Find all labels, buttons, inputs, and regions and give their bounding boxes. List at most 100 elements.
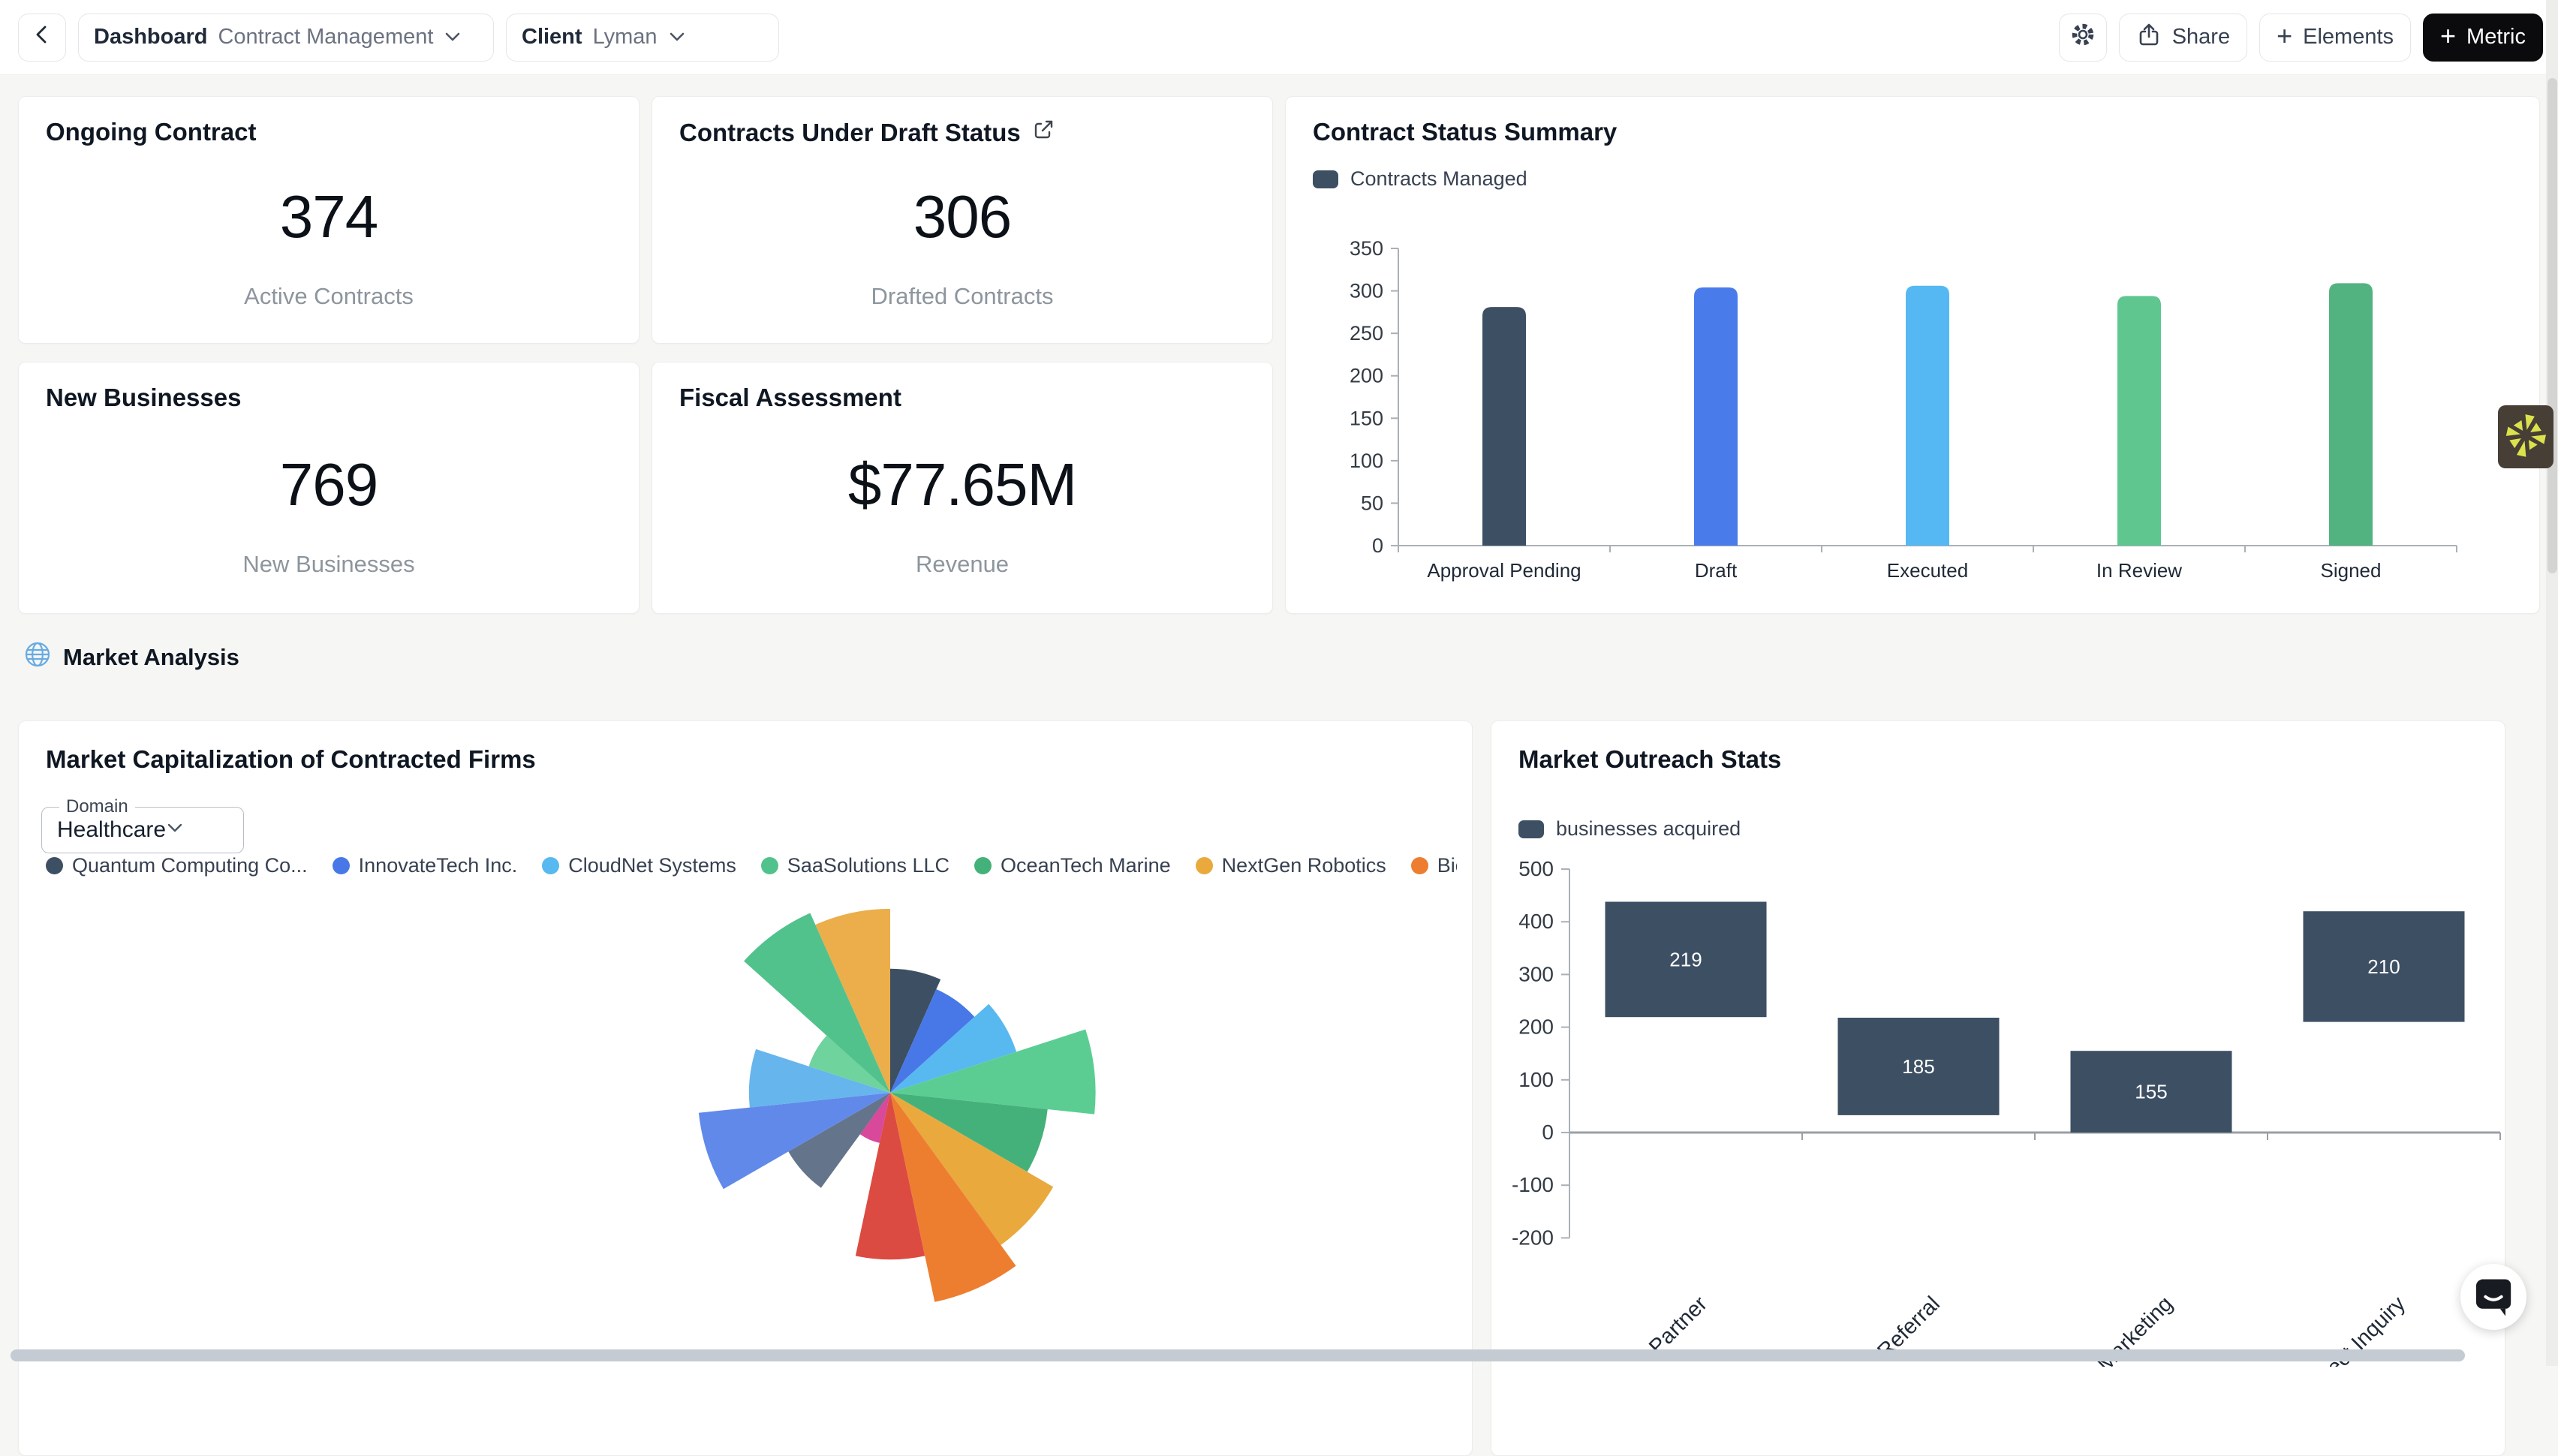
- svg-text:300: 300: [1350, 280, 1383, 302]
- bar-executed[interactable]: [1906, 286, 1949, 546]
- chart-title: Market Outreach Stats: [1518, 745, 1781, 774]
- add-elements-button[interactable]: + Elements: [2259, 14, 2411, 62]
- add-metric-button[interactable]: + Metric: [2423, 14, 2543, 62]
- section-title: Market Analysis: [63, 644, 239, 671]
- share-button[interactable]: Share: [2119, 14, 2247, 62]
- legend-label: BioHealth Sol: [1437, 854, 1457, 877]
- chat-launcher-button[interactable]: [2460, 1264, 2526, 1330]
- stat-block: 374 Active Contracts: [19, 179, 639, 313]
- chevron-down-icon: [444, 25, 462, 50]
- domain-select-label: Domain: [59, 796, 135, 817]
- svg-text:155: 155: [2135, 1081, 2167, 1103]
- card-title: Contracts Under Draft Status: [679, 119, 1021, 147]
- market-capitalization-card: Market Capitalization of Contracted Firm…: [18, 720, 1473, 1456]
- metric-button-label: Metric: [2466, 25, 2526, 50]
- contracts-under-draft-card: Contracts Under Draft Status 306 Drafted…: [652, 96, 1273, 344]
- vertical-scrollbar-thumb[interactable]: [2547, 78, 2557, 573]
- elements-button-label: Elements: [2303, 25, 2394, 50]
- back-button[interactable]: [18, 14, 66, 62]
- legend-item-businesses-acquired[interactable]: businesses acquired: [1518, 817, 1741, 841]
- contract-status-summary-card: Contract Status Summary Contracts Manage…: [1285, 96, 2540, 614]
- topbar-right-group: Share + Elements + Metric: [2059, 14, 2543, 62]
- legend-item-contracts-managed[interactable]: Contracts Managed: [1313, 167, 1527, 191]
- chat-bubble-smile-icon: [2469, 1271, 2517, 1323]
- svg-text:-200: -200: [1512, 1226, 1554, 1249]
- card-title: Ongoing Contract: [46, 118, 256, 146]
- rose-slice-10[interactable]: [699, 1093, 890, 1189]
- horizontal-scrollbar-thumb[interactable]: [11, 1349, 2465, 1361]
- chevron-down-icon: [166, 823, 184, 838]
- svg-text:-100: -100: [1512, 1173, 1554, 1196]
- svg-text:50: 50: [1361, 492, 1383, 514]
- stat-subtitle: Active Contracts: [244, 283, 414, 310]
- legend-item-nextgen-robotics[interactable]: NextGen Robotics: [1196, 854, 1386, 877]
- plus-icon: +: [2440, 23, 2456, 50]
- legend-swatch: [1518, 820, 1544, 838]
- svg-text:300: 300: [1518, 962, 1554, 985]
- stat-value: 306: [913, 182, 1011, 251]
- svg-text:200: 200: [1350, 365, 1383, 387]
- legend-dot: [46, 857, 63, 874]
- svg-text:0: 0: [1542, 1121, 1554, 1144]
- bar-approval-pending[interactable]: [1482, 307, 1526, 546]
- vertical-scrollbar[interactable]: [2546, 0, 2558, 1366]
- stat-subtitle: Revenue: [916, 551, 1009, 578]
- client-select[interactable]: Client Lyman: [506, 14, 779, 62]
- legend-label: Quantum Computing Co...: [72, 854, 308, 877]
- legend-label: Contracts Managed: [1350, 167, 1527, 191]
- market-cap-rose-chart[interactable]: [605, 808, 1175, 1378]
- globe-icon: [23, 639, 53, 675]
- share-icon: [2136, 22, 2162, 53]
- stat-subtitle: New Businesses: [242, 551, 414, 578]
- legend-item-quantum-computing-co-[interactable]: Quantum Computing Co...: [46, 854, 308, 877]
- chevron-down-icon: [668, 25, 686, 50]
- legend-item-biohealth-sol[interactable]: BioHealth Sol: [1411, 854, 1457, 877]
- bar-draft[interactable]: [1694, 287, 1738, 546]
- legend-label: NextGen Robotics: [1222, 854, 1386, 877]
- svg-text:In Review: In Review: [2096, 559, 2182, 582]
- contract-status-bar-chart[interactable]: 050100150200250300350Approval PendingDra…: [1331, 226, 2532, 609]
- legend-item-innovatetech-inc-[interactable]: InnovateTech Inc.: [333, 854, 518, 877]
- stat-block: 769 New Businesses: [19, 445, 639, 583]
- legend-label: InnovateTech Inc.: [359, 854, 518, 877]
- dashboard-select-label: Dashboard: [94, 25, 207, 50]
- card-title: New Businesses: [46, 384, 241, 412]
- market-outreach-card: Market Outreach Stats businesses acquire…: [1491, 720, 2505, 1456]
- svg-text:185: 185: [1902, 1055, 1934, 1078]
- bar-signed[interactable]: [2329, 283, 2373, 546]
- svg-text:150: 150: [1350, 407, 1383, 429]
- client-select-label: Client: [522, 25, 582, 50]
- settings-button[interactable]: [2059, 14, 2107, 62]
- svg-text:219: 219: [1669, 948, 1702, 970]
- chart-title: Contract Status Summary: [1313, 118, 1617, 146]
- external-link-icon[interactable]: [1031, 118, 1055, 148]
- svg-text:250: 250: [1350, 322, 1383, 344]
- legend-dot: [1196, 857, 1213, 874]
- chevron-left-icon: [31, 23, 53, 52]
- topbar: Dashboard Contract Management Client Lym…: [0, 0, 2558, 75]
- stat-value: $77.65M: [848, 450, 1076, 519]
- floating-logo-button[interactable]: [2498, 405, 2553, 468]
- stat-value: 769: [280, 450, 378, 519]
- bar-in-review[interactable]: [2117, 296, 2161, 546]
- asterisk-burst-icon: [2504, 414, 2547, 461]
- legend-swatch: [1313, 170, 1338, 188]
- dashboard-select[interactable]: Dashboard Contract Management: [78, 14, 494, 62]
- share-button-label: Share: [2172, 25, 2230, 50]
- svg-text:Signed: Signed: [2321, 559, 2382, 582]
- svg-text:Approval Pending: Approval Pending: [1427, 559, 1581, 582]
- dashboard-select-value: Contract Management: [218, 25, 433, 50]
- market-outreach-bar-chart[interactable]: -200-1000100200300400500219Partner185Ref…: [1491, 841, 2506, 1367]
- plus-icon: +: [2277, 23, 2292, 50]
- fiscal-assessment-card: Fiscal Assessment $77.65M Revenue: [652, 362, 1273, 614]
- domain-select-value: Healthcare: [57, 817, 166, 843]
- topbar-left-group: Dashboard Contract Management Client Lym…: [18, 14, 779, 62]
- card-title: Fiscal Assessment: [679, 384, 901, 412]
- market-analysis-section-header: Market Analysis: [23, 639, 239, 675]
- svg-text:400: 400: [1518, 910, 1554, 933]
- svg-text:210: 210: [2367, 955, 2400, 978]
- client-select-value: Lyman: [593, 25, 658, 50]
- gear-icon: [2069, 21, 2096, 54]
- svg-text:0: 0: [1372, 534, 1383, 557]
- svg-text:Executed: Executed: [1887, 559, 1968, 582]
